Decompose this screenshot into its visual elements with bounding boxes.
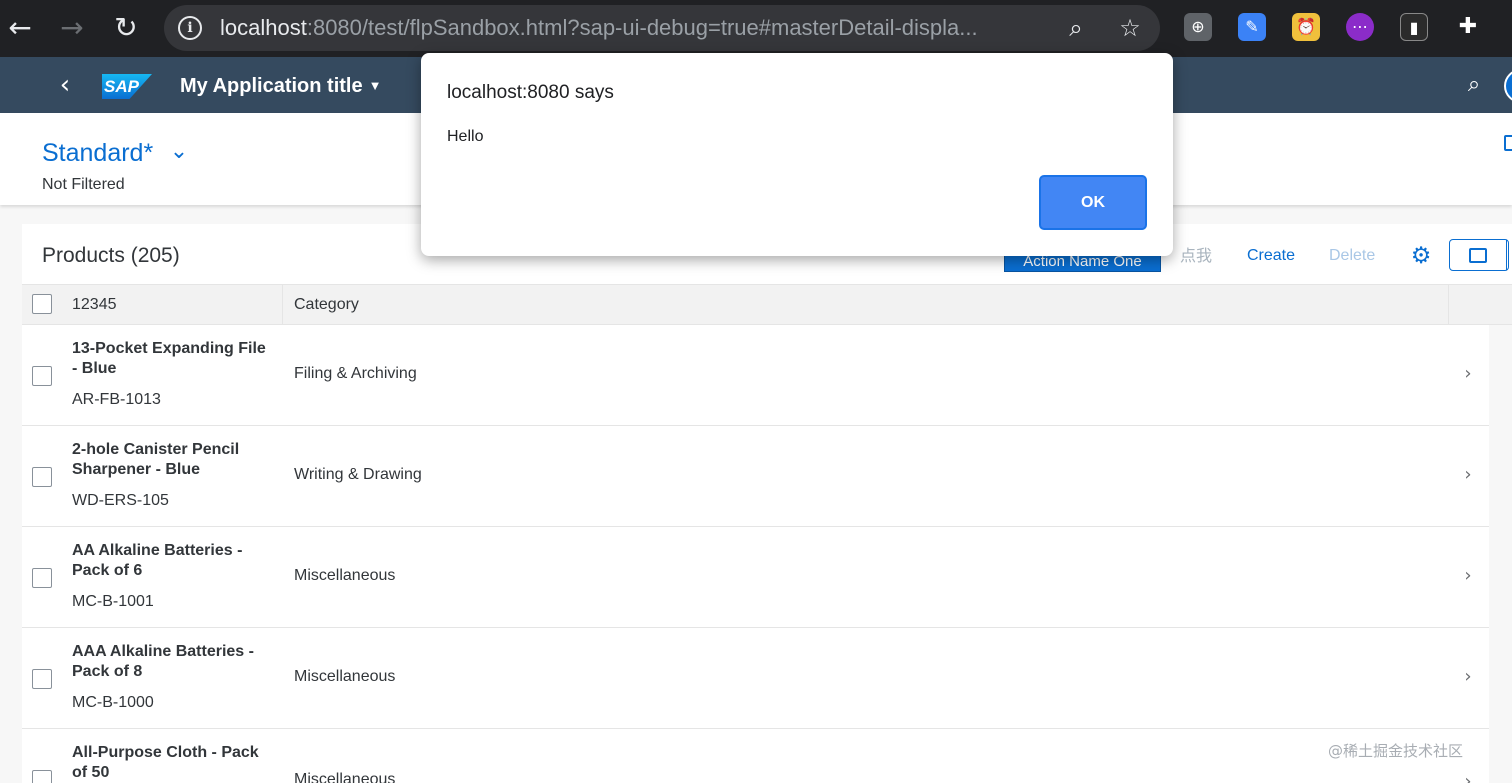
star-icon[interactable]: ☆ [1116, 14, 1144, 42]
table-row[interactable]: AA Alkaline Batteries - Pack of 6 MC-B-1… [22, 527, 1489, 628]
back-chevron-icon[interactable]: ‹ [50, 67, 80, 103]
chevron-right-icon[interactable]: › [1460, 664, 1476, 690]
avatar[interactable] [1504, 69, 1512, 103]
terminal-extension-icon[interactable]: ▮ [1400, 13, 1428, 41]
puzzle-extensions-icon[interactable]: ✚ [1454, 13, 1482, 41]
product-category: Filing & Archiving [294, 365, 417, 382]
row-checkbox[interactable] [32, 366, 52, 386]
alarm-extension-icon[interactable]: ⏰ [1292, 13, 1320, 41]
row-checkbox[interactable] [32, 467, 52, 487]
products-table: Products (205) Action Name One 点我 Create… [22, 224, 1512, 783]
pen-extension-icon[interactable]: ✎ [1238, 13, 1266, 41]
row-checkbox[interactable] [32, 770, 52, 783]
url-path: :8080/test/flpSandbox.html?sap-ui-debug=… [306, 15, 978, 40]
product-category: Miscellaneous [294, 771, 396, 783]
export-icon [1469, 248, 1487, 263]
row-checkbox[interactable] [32, 568, 52, 588]
app-title: My Application title [180, 75, 363, 97]
watermark: @稀土掘金技术社区 [1328, 742, 1464, 760]
export-divider [1506, 240, 1507, 270]
product-category: Miscellaneous [294, 567, 396, 584]
table-row[interactable]: All-Purpose Cloth - Pack of 50 Miscellan… [22, 729, 1489, 783]
alert-dialog: localhost:8080 says Hello OK [421, 53, 1173, 256]
variant-title[interactable]: Standard* [42, 136, 153, 170]
chevron-right-icon[interactable]: › [1460, 563, 1476, 589]
chevron-down-icon[interactable]: ⌄ [166, 139, 192, 165]
dialog-message: Hello [447, 128, 484, 145]
filter-status: Not Filtered [42, 176, 125, 193]
search-icon[interactable]: ⌕ [1460, 71, 1488, 99]
product-name: AA Alkaline Batteries - Pack of 6 [72, 542, 243, 579]
product-category: Miscellaneous [294, 668, 396, 685]
product-category: Writing & Drawing [294, 466, 422, 483]
address-bar[interactable]: i localhost:8080/test/flpSandbox.html?sa… [164, 5, 1160, 51]
row-checkbox[interactable] [32, 669, 52, 689]
translate-extension-icon[interactable]: ⊕ [1184, 13, 1212, 41]
scroll-rail[interactable] [1489, 325, 1512, 783]
product-id: MC-B-1000 [72, 694, 154, 711]
product-name: All-Purpose Cloth - Pack of 50 [72, 744, 259, 781]
zoom-icon[interactable]: ⌕ [1062, 14, 1090, 42]
screen: ← → ↻ i localhost:8080/test/flpSandbox.h… [0, 0, 1512, 783]
product-id: WD-ERS-105 [72, 492, 169, 509]
header-toggle-icon[interactable] [1504, 135, 1512, 151]
table-row[interactable]: AAA Alkaline Batteries - Pack of 8 MC-B-… [22, 628, 1489, 729]
column-header-category[interactable]: Category [294, 295, 359, 315]
product-name: 13-Pocket Expanding File - Blue [72, 340, 266, 377]
browser-toolbar: ← → ↻ i localhost:8080/test/flpSandbox.h… [0, 0, 1512, 57]
column-header-name[interactable]: 12345 [72, 295, 117, 315]
chevron-right-icon[interactable]: › [1460, 361, 1476, 387]
product-name: AAA Alkaline Batteries - Pack of 8 [72, 643, 254, 680]
create-button[interactable]: Create [1247, 244, 1295, 268]
sap-logo[interactable]: SAP [102, 74, 152, 99]
export-button[interactable] [1449, 239, 1509, 271]
url-text[interactable]: localhost:8080/test/flpSandbox.html?sap-… [220, 15, 1050, 41]
ok-button[interactable]: OK [1039, 175, 1147, 230]
url-host: localhost [220, 15, 307, 40]
back-arrow-icon[interactable]: ← [0, 8, 40, 48]
column-divider [282, 285, 283, 324]
select-all-checkbox[interactable] [32, 294, 52, 314]
reload-icon[interactable]: ↻ [106, 8, 146, 48]
table-title: Products (205) [42, 244, 180, 267]
delete-button[interactable]: Delete [1329, 244, 1375, 268]
product-name: 2-hole Canister Pencil Sharpener - Blue [72, 441, 240, 478]
product-id: MC-B-1001 [72, 593, 154, 610]
chevron-right-icon[interactable]: › [1460, 769, 1476, 783]
column-divider [1448, 285, 1449, 324]
settings-gear-icon[interactable]: ⚙ [1407, 242, 1435, 270]
dialog-title: localhost:8080 says [447, 82, 614, 103]
app-title-menu[interactable]: My Application title ▼ [180, 72, 381, 100]
column-header-row: 12345 Category [22, 284, 1512, 325]
table-row[interactable]: 13-Pocket Expanding File - Blue AR-FB-10… [22, 325, 1489, 426]
product-id: AR-FB-1013 [72, 391, 161, 408]
forward-arrow-icon[interactable]: → [52, 8, 92, 48]
chevron-right-icon[interactable]: › [1460, 462, 1476, 488]
table-row[interactable]: 2-hole Canister Pencil Sharpener - Blue … [22, 426, 1489, 527]
caret-down-icon: ▼ [368, 78, 382, 93]
info-icon[interactable]: i [178, 16, 202, 40]
dev-extension-icon[interactable]: ⋯ [1346, 13, 1374, 41]
dianwo-button[interactable]: 点我 [1180, 244, 1212, 268]
